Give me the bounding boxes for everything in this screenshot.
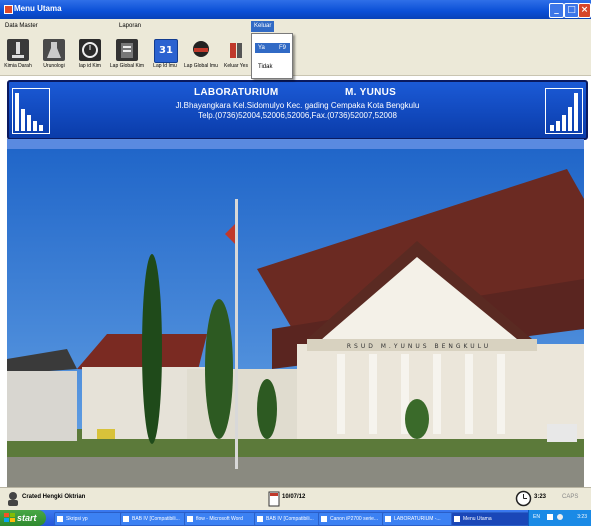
task-canon[interactable]: Canon iP2700 serie... — [318, 512, 391, 526]
exit-icon — [225, 39, 247, 61]
minimize-button[interactable]: _ — [549, 3, 564, 18]
dropdown-item-tidak[interactable]: Tidak — [255, 62, 290, 72]
folder-icon — [57, 516, 63, 522]
task-bab-iv-2[interactable]: BAB IV [Compatibili... — [254, 512, 327, 526]
windows-logo-icon — [4, 513, 15, 522]
word-icon — [257, 516, 263, 522]
credit-text: Crated Hengki Oktrian — [22, 494, 86, 500]
task-label: BAB IV [Compatibili... — [132, 516, 180, 522]
report-icon — [116, 39, 138, 61]
taskbar: start Skripsi yp BAB IV [Compatibili... … — [0, 510, 591, 526]
lab-phone: Telp.(0736)52004,52006,52006,Fax.(0736)5… — [198, 111, 397, 120]
menu-keluar[interactable]: Keluar — [251, 21, 275, 32]
lab-title: LABORATURIUM — [194, 87, 279, 98]
toolbar-label: Kimia Darah — [4, 63, 32, 69]
shortcut-label: F9 — [278, 45, 286, 51]
task-label: Skripsi yp — [66, 516, 88, 522]
toolbar-keluar-yes-button[interactable]: Keluar Yes — [220, 37, 252, 75]
dropdown-item-ya[interactable]: Ya F9 — [255, 43, 290, 53]
task-label: Menu Utama — [463, 516, 492, 522]
menu-data-master[interactable]: Data Master — [2, 21, 41, 32]
toolbar-lap-id-imu-button[interactable]: 31 Lap Id Imu — [148, 37, 182, 75]
toolbar-kimia-darah-button[interactable]: Kimia Darah — [2, 37, 34, 75]
toolbar-label: Lap Global Imu — [184, 63, 218, 69]
calendar-day: 31 — [159, 45, 173, 56]
calendar-status-icon — [268, 491, 280, 507]
toolbar-label: lap id Kim — [79, 63, 101, 69]
close-button[interactable]: × — [578, 3, 591, 18]
building-sign-text: RSUD M.YUNUS BENGKULU — [347, 343, 491, 350]
microscope-icon — [7, 39, 29, 61]
task-skripsi[interactable]: Skripsi yp — [54, 512, 129, 526]
task-label: LABORATURIUM -... — [394, 516, 441, 522]
task-laboraturium[interactable]: LABORATURIUM -... — [382, 512, 459, 526]
toolbar-label: Lap Id Imu — [153, 63, 177, 69]
tray-clock[interactable]: 3:23 — [577, 514, 587, 520]
status-bar: Crated Hengki Oktrian 10/07/12 3:23 CAPS — [0, 487, 591, 511]
toolbar: Kimia Darah Urunologi lap id Kim Lap Glo… — [0, 37, 591, 76]
status-time: 3:23 — [534, 494, 547, 500]
app-icon — [385, 516, 391, 522]
menu-bar: Data Master Laporan Keluar — [0, 19, 591, 37]
toolbar-label: Lap Global Kim — [109, 63, 145, 69]
toolbar-urunologi-button[interactable]: Urunologi — [38, 37, 70, 75]
dropdown-item-label: Ya — [258, 45, 265, 51]
status-date: 10/07/12 — [282, 494, 306, 500]
bar-chart-icon-right — [545, 88, 583, 134]
toolbar-label: Urunologi — [43, 63, 65, 69]
calendar-icon: 31 — [154, 39, 178, 63]
printer-icon — [321, 516, 327, 522]
word-icon — [123, 516, 129, 522]
lab-address: Jl.Bhayangkara Kel.Sidomulyo Kec. gading… — [175, 101, 420, 110]
lab-name: M. YUNUS — [345, 87, 397, 98]
toolbar-lap-id-kim-button[interactable]: lap id Kim — [74, 37, 106, 75]
volume-icon[interactable] — [557, 514, 563, 520]
menu-laporan[interactable]: Laporan — [116, 21, 144, 32]
app-icon — [454, 516, 460, 522]
task-label: BAB IV [Compatibili... — [266, 516, 314, 522]
toolbar-lap-global-imu-button[interactable]: Lap Global Imu — [182, 37, 220, 75]
app-icon — [4, 5, 13, 14]
task-menu-utama[interactable]: Menu Utama — [451, 512, 534, 526]
word-icon — [187, 516, 193, 522]
task-label: flow - Microsoft Word — [196, 516, 243, 522]
task-flow-word[interactable]: flow - Microsoft Word — [184, 512, 263, 526]
network-icon[interactable] — [547, 514, 553, 520]
hospital-photo: RSUD M.YUNUS BENGKULU — [7, 139, 584, 487]
caps-indicator: CAPS — [562, 494, 579, 500]
maximize-button[interactable]: □ — [564, 3, 579, 18]
toolbar-label: Keluar Yes — [224, 63, 248, 69]
user-icon — [8, 492, 18, 506]
keluar-dropdown: Ya F9 Tidak — [251, 33, 293, 79]
language-indicator[interactable]: EN — [533, 514, 540, 520]
helmet-icon — [190, 39, 212, 61]
window-title: Menu Utama — [14, 4, 62, 13]
toolbar-lap-global-kim-button[interactable]: Lap Global Kim — [108, 37, 146, 75]
clock-icon — [79, 39, 101, 61]
start-button[interactable]: start — [0, 510, 46, 526]
window-titlebar: Menu Utama _ □ × — [0, 0, 591, 19]
system-tray: EN 3:23 — [528, 510, 591, 526]
task-bab-iv-1[interactable]: BAB IV [Compatibili... — [120, 512, 193, 526]
flask-icon — [43, 39, 65, 61]
task-label: Canon iP2700 serie... — [330, 516, 379, 522]
clock-status-icon — [515, 490, 532, 507]
lab-header-banner: LABORATURIUM M. YUNUS Jl.Bhayangkara Kel… — [7, 80, 588, 140]
start-label: start — [17, 513, 37, 523]
